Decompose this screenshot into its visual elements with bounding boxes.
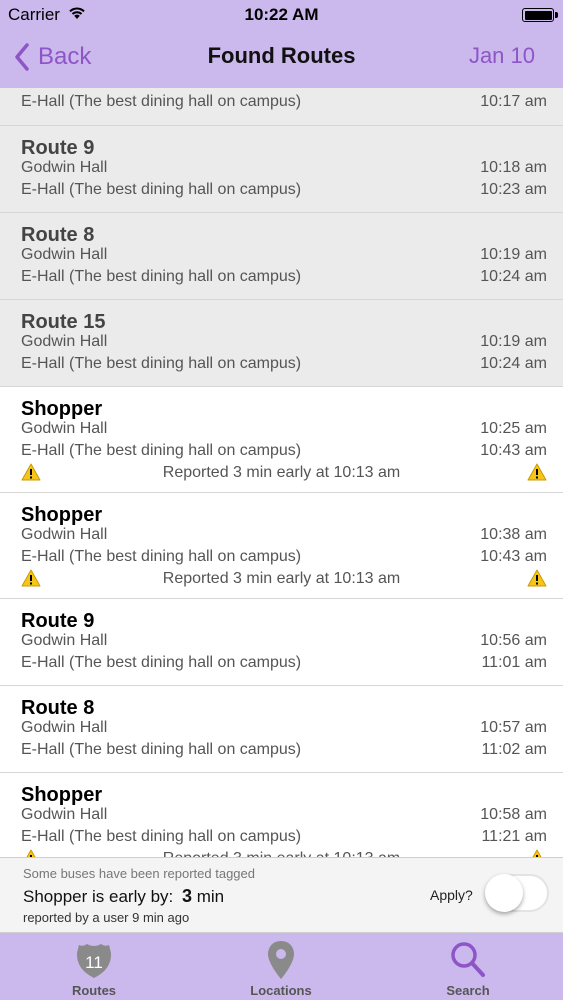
route-row[interactable]: Route 15 Godwin Hall 10:19 am E-Hall (The b…: [0, 300, 563, 387]
route-name: Shopper: [21, 784, 103, 806]
arrival-time: 10:24 am: [480, 268, 547, 285]
route-row[interactable]: Shopper Godwin Hall 10:58 am E-Hall (The be…: [0, 773, 563, 857]
route-origin: Godwin Hall: [21, 420, 108, 437]
route-name: Route 9: [21, 137, 95, 159]
route-name: Shopper: [21, 398, 103, 420]
tab-routes[interactable]: 11 Routes: [34, 933, 154, 1000]
arrival-time: 10:17 am: [480, 93, 547, 110]
arrival-time: 10:24 am: [480, 355, 547, 372]
route-list[interactable]: E-Hall (The best dining hall on campus) …: [0, 88, 563, 857]
departure-time: 10:25 am: [480, 420, 547, 437]
departure-time: 10:18 am: [480, 159, 547, 176]
report-summary-text: Shopper is early by:: [23, 887, 174, 906]
arrival-time: 10:43 am: [480, 442, 547, 459]
route-origin: Godwin Hall: [21, 632, 108, 649]
report-author: reported by a user 9 min ago: [23, 910, 190, 925]
warning-icon: [527, 849, 547, 857]
departure-time: 10:56 am: [480, 632, 547, 649]
route-origin: Godwin Hall: [21, 333, 108, 350]
apply-label: Apply?: [430, 887, 473, 903]
route-origin: Godwin Hall: [21, 159, 108, 176]
route-row[interactable]: Route 9 Godwin Hall 10:18 am E-Hall (The be…: [0, 126, 563, 213]
arrival-time: 11:02 am: [481, 741, 547, 758]
tab-routes-label: Routes: [71, 983, 117, 998]
status-time: 10:22 AM: [244, 5, 319, 24]
route-name: Shopper: [21, 504, 103, 526]
tab-bar: 11 Routes Locations Search: [0, 933, 563, 1000]
search-icon: [408, 939, 528, 981]
route-destination: E-Hall (The best dining hall on campus): [21, 268, 302, 285]
route-name: Route 15: [21, 311, 106, 333]
battery-icon: [522, 8, 558, 22]
route-shield-number: 11: [85, 953, 103, 972]
route-row[interactable]: Route 8 Godwin Hall 10:19 am E-Hall (The be…: [0, 213, 563, 300]
route-origin: Godwin Hall: [21, 526, 108, 543]
report-banner: Some buses have been reported tagged Sho…: [0, 857, 563, 933]
map-pin-icon: [221, 939, 341, 981]
departure-time: 10:19 am: [480, 333, 547, 350]
warning-icon: [527, 463, 547, 481]
departure-time: 10:58 am: [480, 806, 547, 823]
early-report-text: Reported 3 min early at 10:13 am: [0, 850, 563, 857]
route-name: Route 8: [21, 224, 95, 246]
early-report-text: Reported 3 min early at 10:13 am: [162, 464, 401, 481]
route-destination: E-Hall (The best dining hall on campus): [21, 654, 302, 671]
route-row[interactable]: Route 8 Godwin Hall 10:57 am E-Hall (The be…: [0, 686, 563, 773]
warning-icon: [527, 569, 547, 587]
route-row[interactable]: Shopper Godwin Hall 10:25 am E-Hall (The be…: [0, 387, 563, 493]
tab-locations-label: Locations: [250, 983, 312, 998]
tab-search[interactable]: Search: [408, 933, 528, 1000]
route-row[interactable]: Shopper Godwin Hall 10:38 am E-Hall (The be…: [0, 493, 563, 599]
tab-locations[interactable]: Locations: [221, 933, 341, 1000]
route-destination: E-Hall (The best dining hall on campus): [21, 828, 302, 845]
arrival-time: 11:21 am: [481, 828, 547, 845]
route-name: Route 9: [21, 610, 95, 632]
route-origin: Godwin Hall: [21, 719, 108, 736]
arrival-time: 11:01 am: [481, 654, 547, 671]
departure-time: 10:57 am: [480, 719, 547, 736]
date-button[interactable]: Jan 10: [469, 43, 535, 69]
report-minutes: 3: [181, 886, 192, 906]
route-name: Route 8: [21, 697, 95, 719]
report-note: Some buses have been reported tagged: [23, 866, 256, 881]
route-shield-icon: 11: [34, 939, 154, 981]
route-row[interactable]: Route 9 Godwin Hall 10:56 am E-Hall (The be…: [0, 599, 563, 686]
route-destination: E-Hall (The best dining hall on campus): [21, 548, 302, 565]
status-bar: Carrier 10:22 AM: [0, 0, 563, 30]
apply-toggle[interactable]: [485, 874, 549, 912]
route-origin: Godwin Hall: [21, 246, 108, 263]
arrival-time: 10:23 am: [480, 181, 547, 198]
departure-time: 10:19 am: [480, 246, 547, 263]
top-bar: Carrier 10:22 AM Back Found Routes Jan 1…: [0, 0, 563, 88]
early-report-text: Reported 3 min early at 10:13 am: [162, 570, 401, 587]
route-destination: E-Hall (The best dining hall on campus): [21, 442, 302, 459]
route-origin: Godwin Hall: [21, 806, 108, 823]
apply-toggle-knob[interactable]: [485, 874, 523, 912]
route-destination: E-Hall (The best dining hall on campus): [21, 181, 302, 198]
arrival-time: 10:43 am: [480, 548, 547, 565]
tab-search-label: Search: [446, 983, 490, 998]
route-destination: E-Hall (The best dining hall on campus): [21, 741, 302, 758]
route-destination: E-Hall (The best dining hall on campus): [21, 355, 302, 372]
report-minutes-unit: min: [196, 887, 225, 906]
departure-time: 10:38 am: [480, 526, 547, 543]
route-destination: E-Hall (The best dining hall on campus): [21, 93, 302, 110]
report-summary: Shopper is early by: 3 min: [23, 886, 224, 907]
route-row-partial[interactable]: E-Hall (The best dining hall on campus) …: [0, 88, 563, 126]
